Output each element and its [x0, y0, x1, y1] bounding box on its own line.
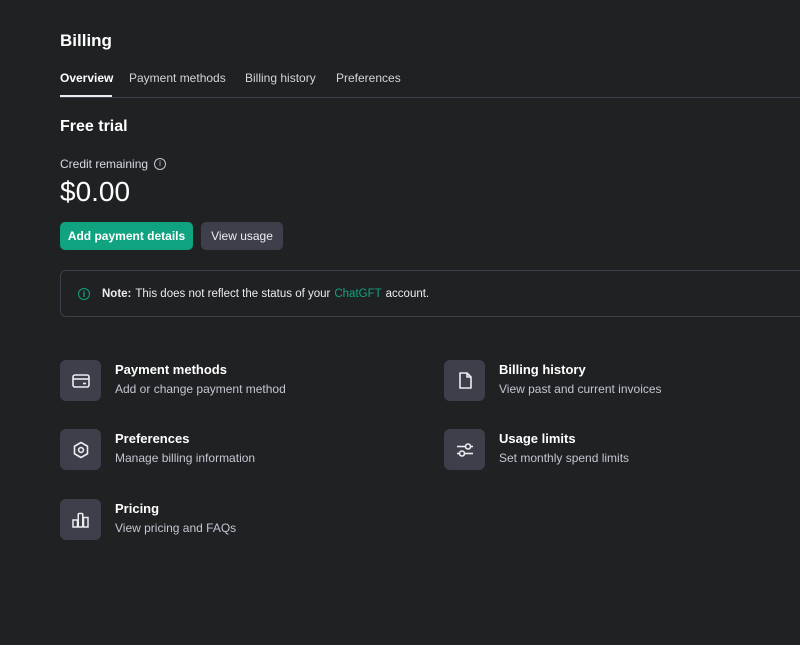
tab-billing-history[interactable]: Billing history [245, 71, 316, 85]
view-usage-button[interactable]: View usage [201, 222, 283, 250]
note-label: Note: [102, 287, 132, 300]
gear-icon [60, 429, 101, 470]
page-title: Billing [60, 31, 112, 50]
document-icon [444, 360, 485, 401]
card-description: View pricing and FAQs [115, 521, 237, 535]
info-circle-icon: i [78, 287, 90, 300]
active-tab-indicator [60, 95, 112, 97]
note-banner: i Note: This does not reflect the status… [60, 270, 800, 317]
chatgft-link[interactable]: ChatGFT [334, 288, 381, 300]
card-title: Preferences [115, 431, 190, 446]
credit-remaining-value: $0.00 [60, 176, 131, 207]
billing-history-card[interactable]: Billing history View past and current in… [444, 360, 764, 402]
info-icon[interactable]: i [154, 158, 167, 170]
tab-bar: Overview Payment methods Billing history… [60, 71, 800, 98]
credit-label-text: Credit remaining [60, 157, 149, 171]
note-text: This does not reflect the status of your [135, 287, 331, 300]
preferences-card[interactable]: Preferences Manage billing information [60, 429, 380, 471]
card-title: Billing history [499, 362, 586, 377]
tab-preferences[interactable]: Preferences [336, 71, 401, 85]
usage-limits-card[interactable]: Usage limits Set monthly spend limits [444, 429, 764, 471]
bar-chart-icon [60, 499, 101, 540]
card-title: Payment methods [115, 362, 227, 377]
add-payment-details-button[interactable]: Add payment details [60, 222, 193, 250]
card-title: Usage limits [499, 431, 576, 446]
plan-title: Free trial [60, 118, 128, 135]
note-text-end: account. [385, 287, 430, 300]
card-description: Set monthly spend limits [499, 451, 630, 465]
card-description: Manage billing information [115, 451, 256, 465]
sliders-icon [444, 429, 485, 470]
credit-remaining-label: Credit remaining i [60, 157, 167, 171]
billing-page: Billing Overview Payment methods Billing… [60, 0, 800, 645]
payment-methods-card[interactable]: Payment methods Add or change payment me… [60, 360, 380, 402]
card-description: View past and current invoices [499, 382, 662, 396]
pricing-card[interactable]: Pricing View pricing and FAQs [60, 499, 380, 541]
card-title: Pricing [115, 501, 160, 516]
tab-payment-methods[interactable]: Payment methods [129, 71, 226, 85]
tab-overview[interactable]: Overview [60, 71, 113, 85]
card-description: Add or change payment method [115, 382, 286, 396]
credit-card-icon [60, 360, 101, 401]
